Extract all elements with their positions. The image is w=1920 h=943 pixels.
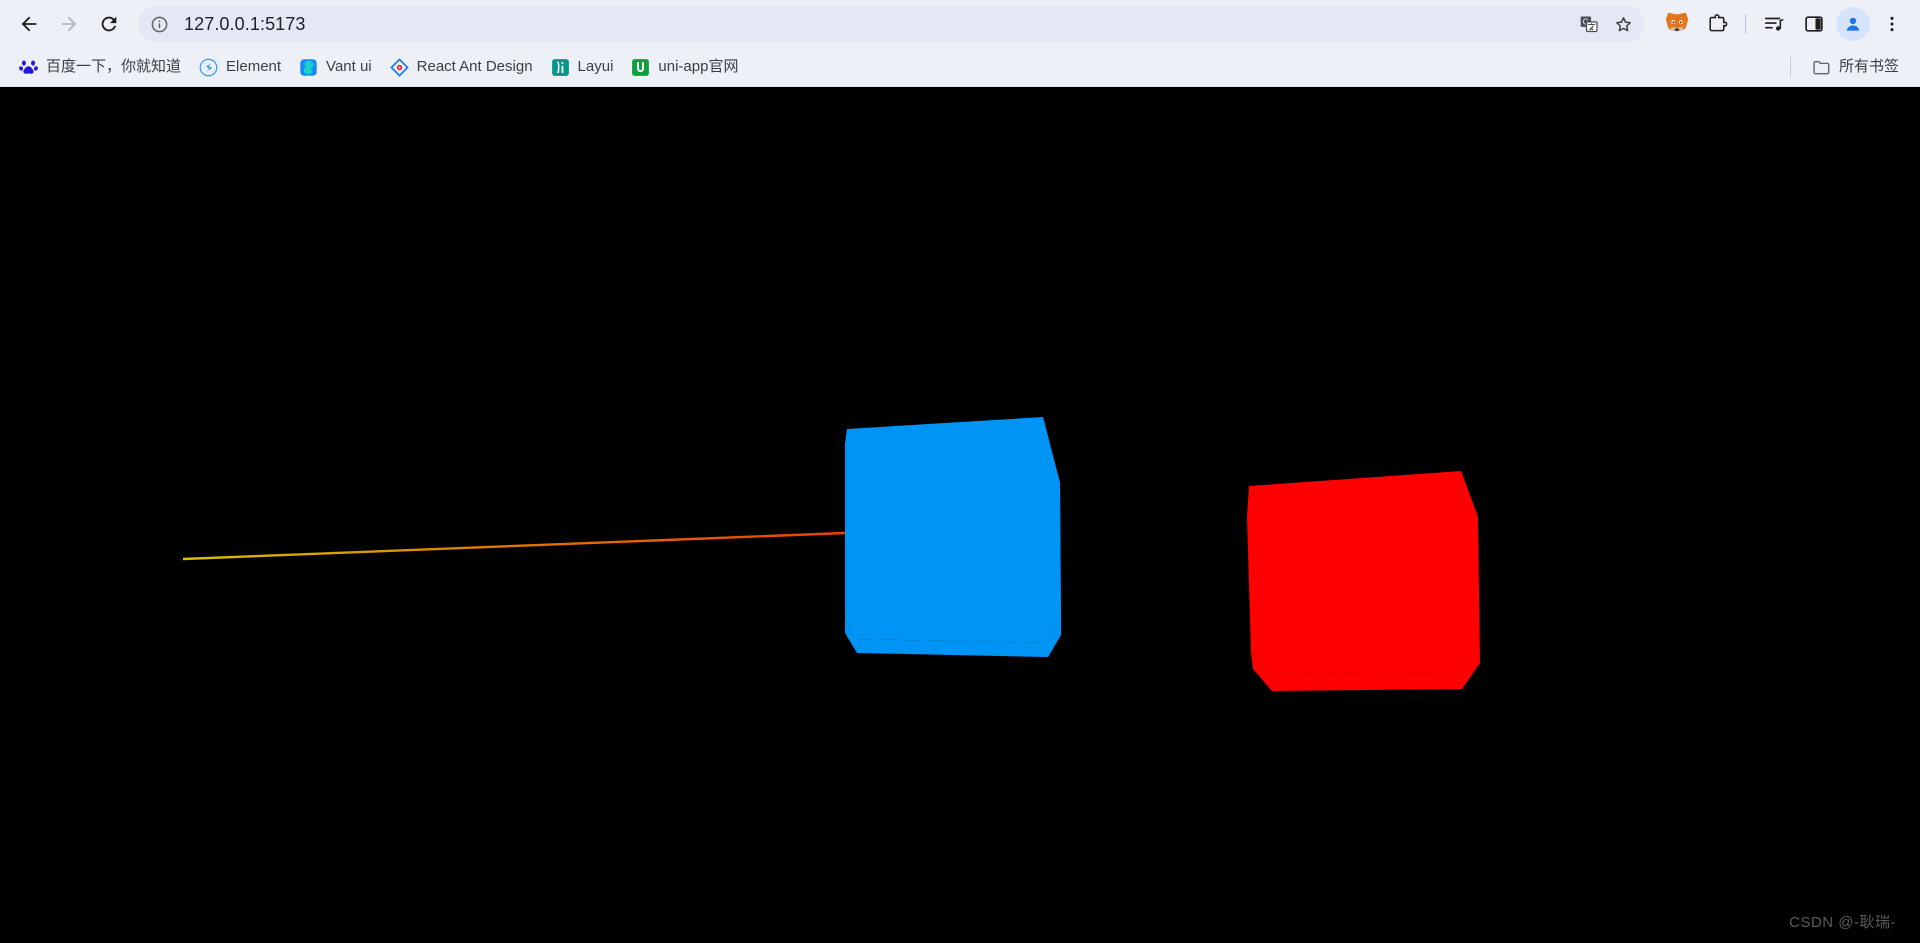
csdn-watermark: CSDN @-耿瑞- (1789, 914, 1896, 931)
bookmarks-separator (1789, 57, 1791, 77)
bookmark-label: React Ant Design (416, 58, 533, 75)
forward-arrow-icon (61, 16, 77, 32)
profile-button[interactable] (1836, 7, 1870, 41)
all-bookmarks-button[interactable]: 所有书签 (1803, 53, 1908, 82)
metamask-extension-button[interactable] (1659, 6, 1695, 42)
browser-toolbar: 127.0.0.1:5173 G (0, 0, 1920, 48)
translate-button[interactable]: G (1573, 8, 1605, 40)
address-bar-actions: G (1573, 8, 1639, 40)
webgl-canvas-viewport[interactable]: CSDN @-耿瑞- (0, 87, 1920, 943)
bookmark-button[interactable] (1607, 8, 1639, 40)
bookmark-label: Layui (577, 58, 614, 75)
element-ui-icon (199, 58, 218, 76)
vant-ui-icon (300, 58, 317, 76)
info-circle-icon (151, 16, 167, 32)
bookmark-item-element[interactable]: Element (190, 53, 290, 82)
all-bookmarks-label: 所有书签 (1838, 58, 1899, 75)
bookmark-item-baidu[interactable]: 百度一下，你就知道 (10, 53, 190, 82)
reload-button[interactable] (90, 5, 128, 43)
back-button[interactable] (10, 5, 48, 43)
layui-icon (551, 58, 569, 76)
media-controls-button[interactable] (1756, 6, 1792, 42)
red-cube-body (1247, 471, 1478, 674)
blue-cube-body (845, 417, 1061, 643)
star-icon (1615, 16, 1631, 31)
side-panel-icon (1805, 16, 1823, 32)
site-info-button[interactable] (144, 9, 174, 39)
address-bar-text[interactable]: 127.0.0.1:5173 (174, 6, 1573, 42)
media-controls-icon (1764, 17, 1784, 31)
address-bar[interactable]: 127.0.0.1:5173 G (138, 6, 1645, 42)
bookmark-label: Vant ui (326, 58, 372, 75)
bookmark-label: Element (226, 58, 282, 75)
bookmark-label: 百度一下，你就知道 (46, 58, 182, 75)
three-js-scene (0, 87, 1920, 943)
folder-icon (1813, 60, 1830, 74)
chrome-menu-button[interactable] (1874, 6, 1910, 42)
toolbar-separator (1745, 14, 1746, 34)
bookmarks-bar: 百度一下，你就知道 Element Vant ui React Ant Desi… (0, 48, 1920, 86)
bookmark-item-react-ant-design[interactable]: React Ant Design (381, 53, 542, 82)
extensions-icon (1709, 14, 1728, 32)
translate-icon: G (1580, 16, 1598, 33)
toolbar-extensions (1651, 6, 1910, 42)
bookmark-item-vant-ui[interactable]: Vant ui (290, 53, 381, 82)
profile-avatar-icon (1846, 17, 1860, 31)
bookmarks-right-group: 所有书签 (1789, 53, 1908, 82)
bookmark-item-uniapp[interactable]: uni-app官网 (622, 53, 747, 82)
ant-design-icon (389, 57, 409, 77)
side-panel-button[interactable] (1796, 6, 1832, 42)
chrome-menu-icon (1890, 16, 1894, 32)
forward-button[interactable] (50, 5, 88, 43)
blue-cube[interactable] (845, 417, 1061, 657)
browser-chrome: 127.0.0.1:5173 G 百度一下，你就知道 Element Vant … (0, 0, 1920, 87)
bookmark-label: uni-app官网 (658, 58, 739, 75)
metamask-extension-icon (1665, 12, 1689, 32)
reload-icon (101, 16, 117, 32)
uniapp-icon (632, 58, 650, 76)
baidu-icon (19, 59, 38, 74)
bookmark-item-layui[interactable]: Layui (542, 53, 623, 82)
extensions-button[interactable] (1699, 6, 1735, 42)
back-arrow-icon (21, 16, 37, 32)
red-cube[interactable] (1247, 471, 1480, 691)
